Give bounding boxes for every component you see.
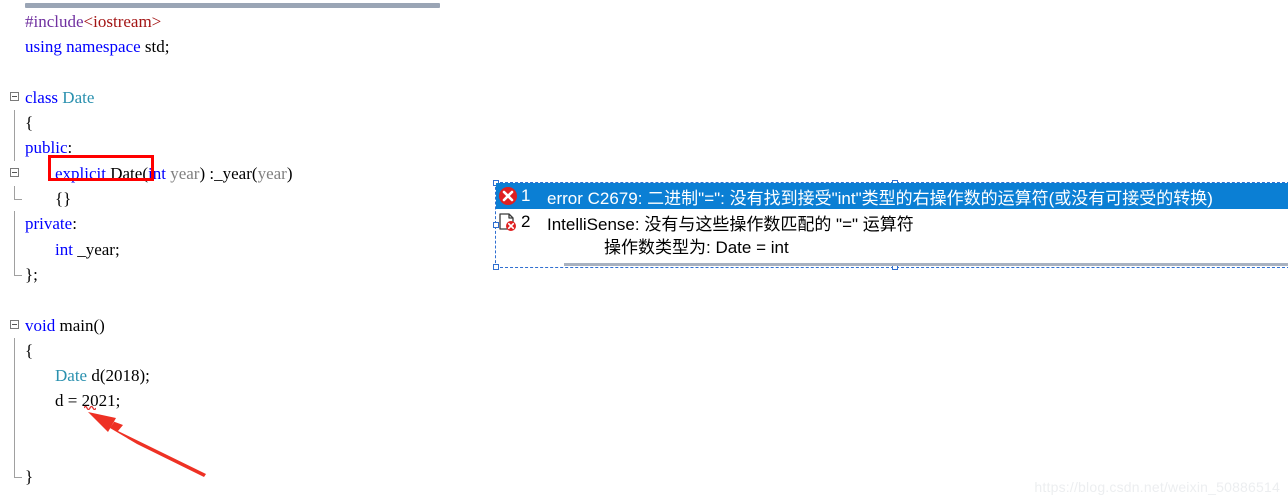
code-fold-guide [14,236,15,262]
code-line[interactable] [0,287,470,312]
error-detail-text: 操作数类型为: Date = int [604,237,789,257]
code-line-text: using namespace std; [25,37,170,57]
code-line-text: void main() [25,315,105,335]
csdn-watermark: https://blog.csdn.net/weixin_50886514 [1034,479,1280,495]
code-fold-toggle-icon[interactable] [10,167,19,177]
code-fold-end-guide [14,186,22,201]
code-line[interactable]: explicit Date(int year) :_year(year) [0,161,470,186]
code-line[interactable]: Date d(2018); [0,363,470,389]
code-fold-guide [14,110,15,136]
code-line[interactable]: } [0,464,470,489]
code-line-text: d = 2021; [55,391,121,411]
code-fold-guide [14,363,15,389]
code-line[interactable]: #include<iostream> [0,9,470,34]
code-fold-guide [14,337,15,364]
error-row-index: 1 [521,186,531,205]
code-line[interactable]: private: [0,211,470,237]
code-line[interactable]: void main() [0,313,470,338]
error-list-row[interactable]: 1 error C2679: 二进制"=": 没有找到接受"int"类型的右操作… [496,183,1288,209]
code-fold-guide [14,413,15,440]
code-line[interactable]: using namespace std; [0,34,470,59]
code-line-text: Date d(2018); [55,366,150,386]
code-line-text: explicit Date(int year) :_year(year) [55,163,293,183]
code-line-text: class Date [25,87,95,107]
code-line[interactable]: {} [0,186,470,211]
code-fold-guide [14,439,15,465]
code-line[interactable]: { [0,337,470,364]
code-line[interactable] [0,60,470,85]
error-circle-icon [497,186,519,206]
code-line-text: #include<iostream> [25,12,162,31]
code-line[interactable] [0,439,470,465]
error-row-message: error C2679: 二进制"=": 没有找到接受"int"类型的右操作数的… [547,188,1213,208]
code-line-text: private: [25,214,77,234]
code-line[interactable]: int _year; [0,236,470,262]
code-line-text: public: [25,138,73,158]
code-fold-guide [14,211,15,237]
code-line-text: int _year; [55,239,120,259]
code-line[interactable]: d = 2021; [0,388,470,414]
code-fold-end-guide [14,464,22,479]
error-detail-row: 操作数类型为: Date = int [496,232,1288,258]
code-editor-pane[interactable]: #include<iostream> using namespace std; cl… [0,0,470,500]
document-error-icon [497,212,519,232]
code-line-text: } [25,467,34,487]
code-line-text: { [25,113,34,133]
code-line[interactable]: public: [0,135,470,161]
code-fold-guide [14,388,15,414]
code-line[interactable]: class Date [0,85,470,110]
code-line[interactable] [0,413,470,440]
error-row-index: 2 [521,212,531,231]
code-line-text: }; [25,264,38,284]
code-line-text: {} [55,189,72,209]
code-line-text: { [25,340,34,360]
code-fold-guide [14,135,15,161]
code-line[interactable]: }; [0,261,470,287]
code-fold-toggle-icon[interactable] [10,319,19,329]
code-fold-toggle-icon[interactable] [10,91,19,101]
error-list-panel[interactable]: 1 error C2679: 二进制"=": 没有找到接受"int"类型的右操作… [493,180,1288,270]
code-line[interactable]: { [0,110,470,136]
error-row-message: IntelliSense: 没有与这些操作数匹配的 "=" 运算符 [547,214,914,234]
selection-handle-bottom-left[interactable] [493,264,499,270]
code-fold-end-guide [14,261,22,276]
panel-bottom-separator [564,263,1288,266]
code-text-area[interactable]: #include<iostream> using namespace std; cl… [0,9,470,490]
editor-horizontal-scrollbar[interactable] [25,3,440,8]
